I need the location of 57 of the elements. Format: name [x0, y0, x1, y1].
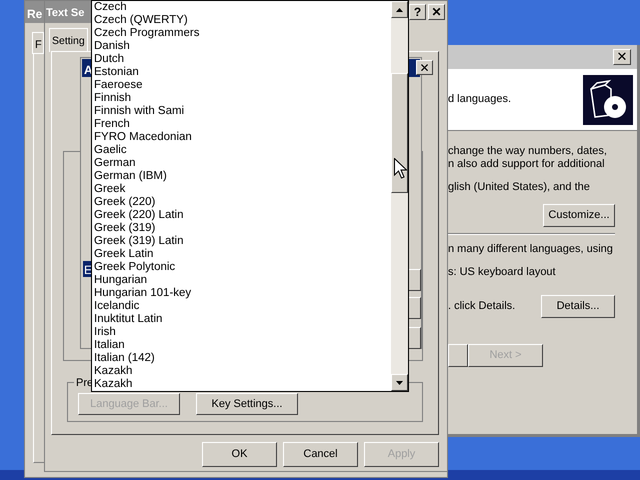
close-button[interactable]: ✕ [613, 49, 631, 65]
list-item[interactable]: Kazakh [94, 378, 391, 391]
list-item[interactable]: Greek Polytonic [94, 261, 391, 274]
ok-button[interactable]: OK [202, 442, 277, 467]
list-item[interactable]: Finnish [94, 92, 391, 105]
list-item[interactable]: Hungarian [94, 274, 391, 287]
list-item[interactable]: Greek (220) [94, 196, 391, 209]
list-item[interactable]: Kazakh [94, 365, 391, 378]
description-text: n many different languages, using [448, 243, 614, 256]
customize-button[interactable]: Customize... [543, 204, 615, 227]
close-button[interactable]: ✕ [416, 60, 433, 75]
down-arrow-icon [396, 380, 403, 384]
list-item[interactable]: Greek (319) [94, 222, 391, 235]
description-text: . click Details. [448, 299, 516, 314]
list-item[interactable]: Estonian [94, 66, 391, 79]
window-title: Text Se [45, 1, 91, 23]
list-item[interactable]: Czech Programmers [94, 27, 391, 40]
tab[interactable]: Setting [49, 28, 88, 52]
scroll-thumb[interactable] [391, 73, 408, 193]
list-item[interactable]: German (IBM) [94, 170, 391, 183]
list-item[interactable]: Finnish with Sami [94, 105, 391, 118]
window-title: Re [25, 1, 45, 23]
list-item[interactable]: Italian (142) [94, 352, 391, 365]
up-arrow-icon [396, 8, 403, 12]
details-button[interactable]: Details... [541, 295, 615, 318]
list-item[interactable]: Gaelic [94, 144, 391, 157]
list-item[interactable]: Danish [94, 40, 391, 53]
description-text: change the way numbers, dates, n also add support for additional [448, 145, 608, 171]
cancel-button[interactable]: Cancel [283, 442, 358, 467]
list-item[interactable]: Italian [94, 339, 391, 352]
list-item[interactable]: Czech (QWERTY) [94, 14, 391, 27]
header-text: d languages. [448, 92, 511, 108]
list-item[interactable]: FYRO Macedonian [94, 131, 391, 144]
description-text: glish (United States), and the [448, 181, 591, 194]
list-item[interactable]: Greek [94, 183, 391, 196]
key-settings-button[interactable]: Key Settings... [196, 393, 298, 415]
back-button[interactable] [448, 344, 468, 367]
list-item[interactable]: French [94, 118, 391, 131]
list-item[interactable]: Dutch [94, 53, 391, 66]
list-item[interactable]: Faeroese [94, 79, 391, 92]
list-item[interactable]: Icelandic [94, 300, 391, 313]
list-item[interactable]: Greek Latin [94, 248, 391, 261]
help-button[interactable]: ? [409, 4, 426, 20]
list-item[interactable]: Greek (319) Latin [94, 235, 391, 248]
list-item[interactable]: German [94, 157, 391, 170]
list-item[interactable]: Czech [94, 1, 391, 14]
list-item[interactable]: Greek (220) Latin [94, 209, 391, 222]
scroll-down-button[interactable] [391, 374, 408, 391]
scrollbar[interactable] [391, 1, 408, 391]
tab[interactable]: F [32, 32, 44, 54]
list-item[interactable]: Inuktitut Latin [94, 313, 391, 326]
software-box-icon [583, 74, 633, 124]
close-button[interactable]: ✕ [428, 4, 445, 20]
list-item[interactable]: Hungarian 101-key [94, 287, 391, 300]
description-text: s: US keyboard layout [448, 266, 557, 279]
scroll-up-button[interactable] [391, 1, 408, 18]
list-item[interactable]: Irish [94, 326, 391, 339]
